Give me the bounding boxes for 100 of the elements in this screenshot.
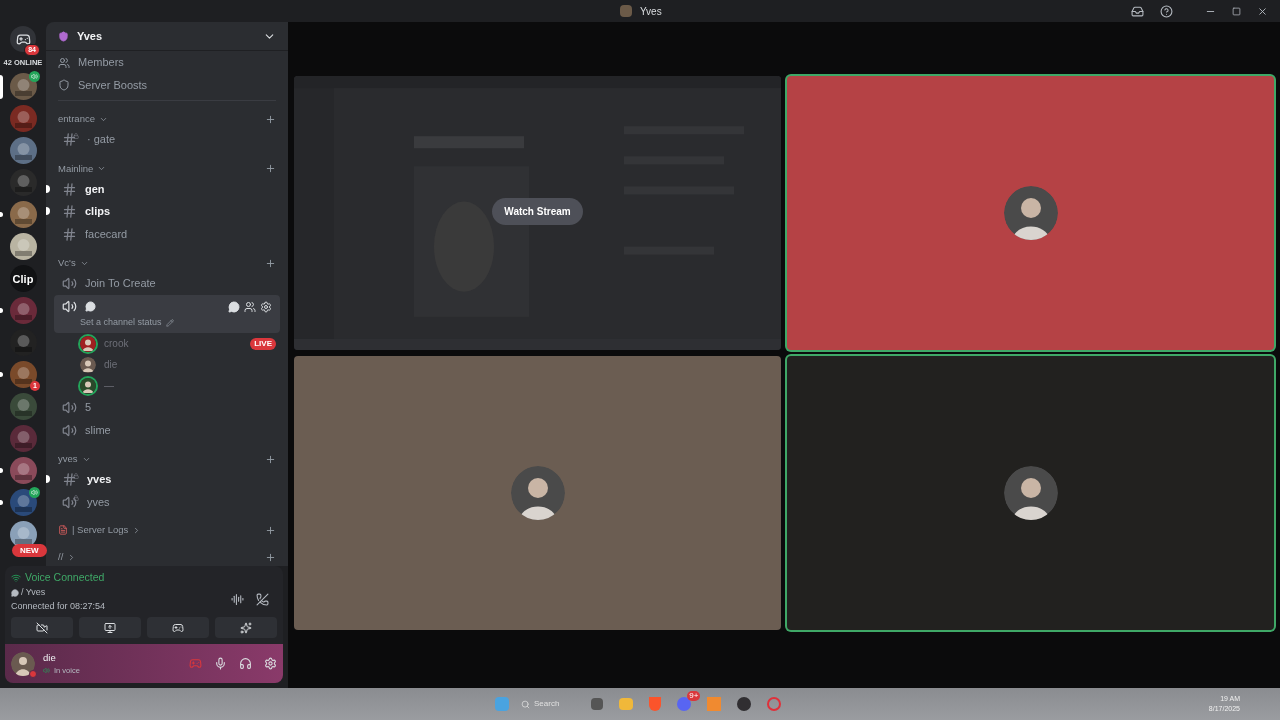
channel-name[interactable]: Join To Create bbox=[85, 275, 156, 292]
close-icon[interactable] bbox=[1257, 5, 1268, 17]
gamepad-icon bbox=[172, 621, 184, 634]
server-name: Yves bbox=[77, 28, 103, 44]
category-name[interactable]: Mainline bbox=[58, 161, 94, 176]
video-tile[interactable] bbox=[294, 356, 781, 630]
category-name[interactable]: yves bbox=[58, 452, 78, 467]
search-placeholder: Search bbox=[534, 698, 560, 710]
server-icon[interactable] bbox=[9, 457, 37, 485]
menu-item[interactable]: Server Boosts bbox=[78, 76, 148, 94]
add-channel-icon[interactable] bbox=[265, 551, 276, 563]
hash-icon bbox=[62, 204, 77, 219]
unread-pip bbox=[0, 372, 3, 378]
add-channel-icon[interactable] bbox=[265, 524, 276, 536]
category-name[interactable]: | Server Logs bbox=[72, 523, 129, 538]
settings-icon[interactable] bbox=[264, 657, 277, 670]
signal-icon bbox=[11, 573, 21, 584]
voice-member[interactable]: crook bbox=[104, 336, 129, 352]
video-tile[interactable]: Watch Stream bbox=[294, 76, 781, 350]
video-tile[interactable] bbox=[787, 76, 1274, 350]
new-badge[interactable]: NEW bbox=[12, 544, 47, 557]
settings-icon[interactable] bbox=[260, 300, 272, 313]
menu-item[interactable]: Members bbox=[78, 54, 124, 71]
channel-name[interactable]: yves bbox=[87, 493, 110, 511]
dnd-status-icon bbox=[29, 669, 37, 678]
channel-name[interactable]: slime bbox=[85, 421, 111, 439]
voice-member[interactable]: die bbox=[104, 357, 118, 373]
selected-pill bbox=[0, 75, 3, 100]
search-icon bbox=[521, 699, 530, 709]
speaker-icon bbox=[43, 667, 50, 675]
hash-icon bbox=[62, 226, 77, 242]
chat-icon[interactable] bbox=[228, 300, 240, 313]
speaker-icon bbox=[62, 276, 77, 291]
server-icon[interactable] bbox=[9, 73, 37, 101]
channel-name[interactable]: clips bbox=[85, 203, 111, 220]
speaker-icon bbox=[62, 422, 77, 438]
server-icon bbox=[620, 5, 632, 17]
server-header[interactable]: Yves bbox=[46, 22, 288, 52]
category-name[interactable]: // bbox=[58, 550, 64, 565]
server-icon[interactable] bbox=[9, 361, 37, 389]
noise-suppression-icon[interactable] bbox=[231, 593, 244, 606]
pencil-icon bbox=[165, 318, 174, 327]
add-channel-icon[interactable] bbox=[265, 163, 276, 175]
speaker-icon bbox=[62, 494, 77, 510]
emoji-icon bbox=[85, 301, 96, 313]
hash-icon bbox=[62, 132, 77, 147]
help-icon[interactable] bbox=[1160, 4, 1173, 18]
channel-name[interactable]: facecard bbox=[85, 225, 128, 243]
voice-member[interactable]: — bbox=[104, 378, 114, 394]
add-channel-icon[interactable] bbox=[265, 113, 276, 125]
maximize-icon[interactable] bbox=[1232, 6, 1241, 16]
category-name[interactable]: entrance bbox=[58, 112, 95, 127]
boost-icon bbox=[58, 79, 70, 92]
lock-icon bbox=[73, 472, 79, 479]
video-tile[interactable] bbox=[787, 356, 1274, 630]
add-channel-icon[interactable] bbox=[265, 257, 276, 269]
invite-icon[interactable] bbox=[244, 300, 256, 313]
emoji-icon bbox=[11, 588, 19, 597]
microphone-icon[interactable] bbox=[214, 657, 227, 670]
speaker-badge bbox=[29, 487, 40, 499]
server-icon[interactable] bbox=[9, 137, 37, 165]
hash-icon bbox=[62, 472, 77, 487]
lock-icon bbox=[73, 132, 79, 139]
soundboard-button[interactable] bbox=[215, 617, 277, 638]
channel-name[interactable]: 5 bbox=[85, 399, 92, 416]
server-icon[interactable] bbox=[9, 489, 37, 517]
channel-status[interactable]: Set a channel status bbox=[80, 315, 162, 330]
sparkle-icon bbox=[240, 621, 252, 634]
user-avatar bbox=[11, 651, 35, 676]
document-icon bbox=[58, 525, 68, 536]
camera-button[interactable] bbox=[11, 617, 73, 638]
username[interactable]: die bbox=[43, 650, 80, 665]
members-icon bbox=[58, 56, 70, 69]
voice-channel-path[interactable]: / Yves bbox=[21, 586, 46, 600]
server-icon[interactable] bbox=[9, 201, 37, 229]
channel-name[interactable]: yves bbox=[87, 471, 112, 488]
speaker-badge bbox=[29, 71, 40, 83]
app-icon[interactable] bbox=[591, 698, 604, 710]
channel-name[interactable]: · gate bbox=[87, 131, 116, 148]
category-name[interactable]: Vc's bbox=[58, 256, 76, 271]
speaker-icon bbox=[62, 299, 77, 315]
unread-pip bbox=[0, 500, 3, 506]
connected-time: Connected for 08:27:54 bbox=[11, 599, 106, 613]
hash-icon bbox=[62, 181, 77, 197]
voice-channel[interactable]: Set a channel status bbox=[54, 294, 280, 334]
screen-share-icon bbox=[104, 621, 116, 634]
headphones-icon[interactable] bbox=[239, 657, 252, 670]
server-icon[interactable] bbox=[9, 233, 37, 261]
notification-badge: 9+ bbox=[687, 691, 701, 701]
screen-share-button[interactable] bbox=[79, 617, 141, 638]
unread-pip bbox=[0, 308, 3, 314]
add-channel-icon[interactable] bbox=[265, 453, 276, 465]
voice-status: Voice Connected bbox=[25, 570, 105, 586]
disconnect-icon[interactable] bbox=[256, 593, 269, 606]
activity-button[interactable] bbox=[147, 617, 209, 638]
inbox-icon[interactable] bbox=[1131, 4, 1144, 18]
unread-pip bbox=[0, 468, 3, 474]
server-button[interactable]: Clip bbox=[9, 265, 37, 293]
channel-name[interactable]: gen bbox=[85, 180, 105, 198]
user-avatar bbox=[510, 466, 565, 520]
